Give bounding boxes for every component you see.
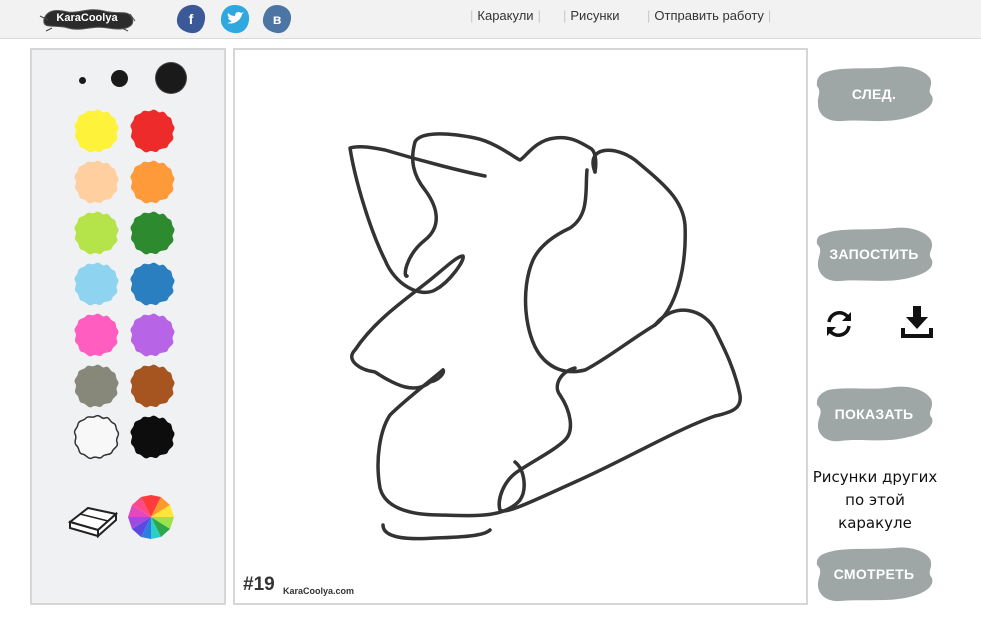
paint-splat-icon [130, 109, 175, 153]
eraser-icon [67, 506, 119, 539]
color-swatch[interactable] [72, 259, 120, 307]
top-bar: KaraCoolya f в | Каракули | | Рисунки | Отпр… [0, 0, 981, 39]
nav-menu-2: | Рисунки [563, 8, 623, 26]
paint-splat-icon [130, 415, 175, 459]
paint-splat-icon [73, 414, 120, 460]
vkontakte-share-button[interactable]: в [261, 3, 293, 35]
twitter-share-button[interactable] [219, 3, 251, 35]
facebook-share-button[interactable]: f [175, 3, 207, 35]
paint-splat-icon [130, 262, 175, 306]
watch-button[interactable]: СМОТРЕТЬ [814, 544, 934, 604]
color-swatch[interactable] [128, 208, 176, 256]
color-swatch[interactable] [128, 361, 176, 409]
nav-item-karakuli[interactable]: Каракули [473, 8, 537, 23]
refresh-button[interactable] [821, 306, 857, 342]
tool-palette [30, 48, 226, 605]
paint-splat-icon [74, 313, 119, 357]
color-swatch[interactable] [128, 157, 176, 205]
color-swatch[interactable] [72, 106, 120, 154]
twitter-icon [220, 5, 250, 34]
color-swatch[interactable] [128, 106, 176, 154]
paint-splat-icon [74, 211, 119, 255]
color-swatch[interactable] [128, 310, 176, 358]
scribble-drawing [348, 132, 742, 541]
download-button[interactable] [899, 304, 935, 340]
paint-splat-icon [74, 364, 119, 408]
brush-size-small[interactable] [79, 77, 86, 84]
download-icon [901, 306, 933, 338]
color-swatch[interactable] [128, 259, 176, 307]
color-swatch[interactable] [72, 310, 120, 358]
nav-menu-3: | Отправить работу | [647, 8, 772, 23]
paint-splat-icon [130, 364, 175, 408]
paint-splat-icon [130, 160, 175, 204]
eraser-tool[interactable] [66, 496, 120, 540]
others-drawings-caption: Рисунки других по этой каракуле [812, 468, 938, 532]
brush-size-medium[interactable] [111, 70, 128, 87]
canvas-watermark: KaraCoolya.com [283, 586, 355, 596]
site-logo[interactable]: KaraCoolya [38, 6, 136, 32]
color-swatch[interactable] [72, 208, 120, 256]
rainbow-color-picker-icon [128, 495, 174, 539]
drawing-canvas[interactable]: #19 KaraCoolya.com [233, 48, 808, 605]
paint-splat-icon [74, 262, 119, 306]
logo-text: KaraCoolya [56, 12, 118, 24]
brush-size-large[interactable] [156, 63, 186, 93]
nav-item-send-work[interactable]: Отправить работу [650, 8, 768, 23]
next-button[interactable]: СЛЕД. [814, 64, 934, 124]
paint-splat-icon [130, 313, 175, 357]
paint-splat-icon [130, 211, 175, 255]
paint-splat-icon [74, 109, 119, 153]
color-swatch[interactable] [72, 157, 120, 205]
post-button[interactable]: ЗАПОСТИТЬ [814, 224, 934, 284]
nav-menu: | Каракули | [470, 8, 541, 23]
nav-item-risunki[interactable]: Рисунки [566, 8, 623, 23]
color-swatch[interactable] [72, 412, 120, 460]
scribble-number: #19 [243, 574, 275, 595]
refresh-icon [827, 311, 851, 337]
color-swatch[interactable] [128, 412, 176, 460]
show-button[interactable]: ПОКАЗАТЬ [814, 384, 934, 444]
color-swatch[interactable] [72, 361, 120, 409]
custom-color-picker[interactable] [126, 492, 176, 542]
paint-splat-icon [74, 160, 119, 204]
